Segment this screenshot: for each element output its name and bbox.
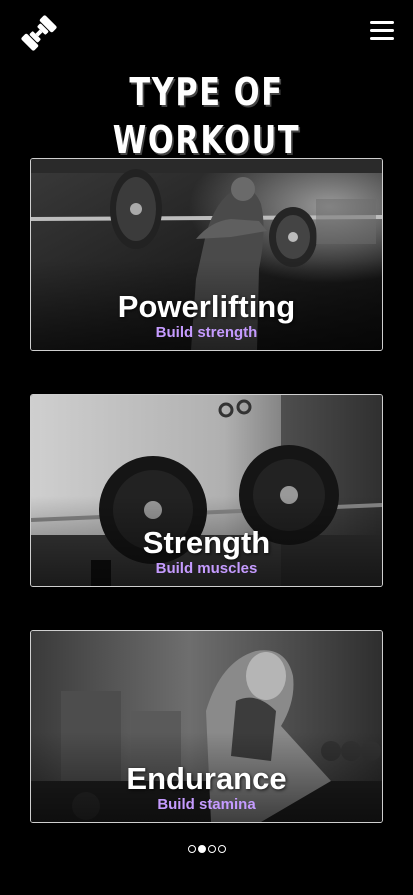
pagination-dot-active[interactable]: [197, 845, 206, 853]
card-title: Endurance: [126, 761, 287, 796]
pagination-dot[interactable]: [207, 845, 216, 853]
page-title: TYPE OF WORKOUT: [112, 70, 301, 162]
card-title: Powerlifting: [117, 289, 296, 324]
workout-card-endurance[interactable]: Endurance Build stamina: [30, 630, 383, 823]
hamburger-menu-icon[interactable]: [370, 21, 394, 43]
top-bar: [0, 0, 413, 66]
card-subtitle: Build muscles: [155, 560, 258, 577]
workout-card-powerlifting[interactable]: Powerlifting Build strength: [30, 158, 383, 351]
pagination-dots: [0, 845, 413, 857]
card-subtitle: Build strength: [155, 324, 258, 341]
card-title: Strength: [142, 525, 271, 560]
dumbbell-icon[interactable]: [20, 14, 58, 52]
pagination-dot[interactable]: [217, 845, 226, 853]
workout-card-strength[interactable]: Strength Build muscles: [30, 394, 383, 587]
card-subtitle: Build stamina: [157, 796, 256, 813]
pagination-dot[interactable]: [187, 845, 196, 853]
